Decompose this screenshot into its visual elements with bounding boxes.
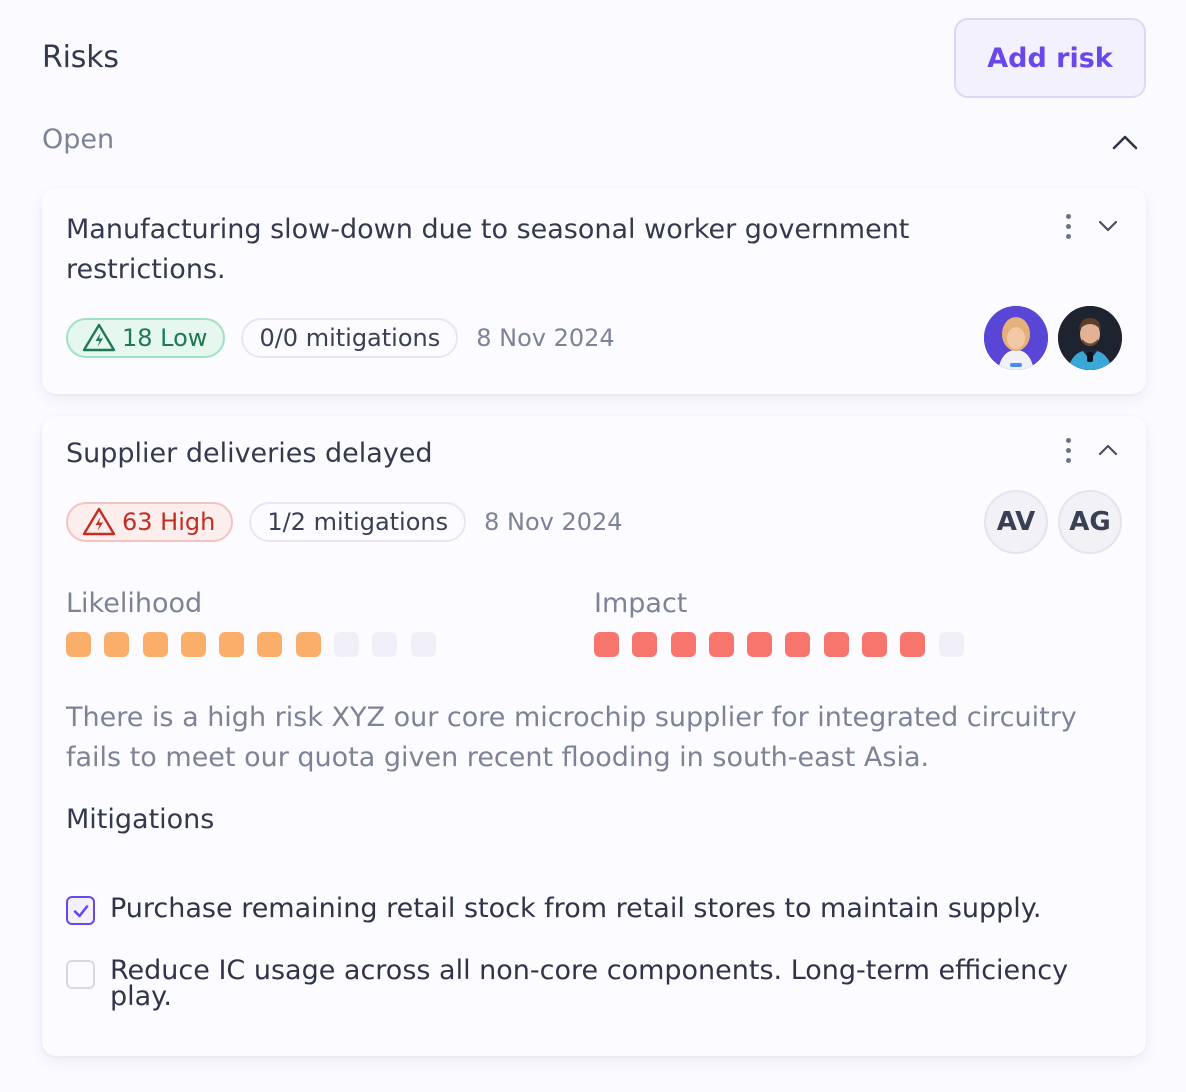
rating-dot-filled	[823, 632, 849, 657]
rating-dot-filled	[747, 632, 773, 657]
risk-title: Supplier deliveries delayed	[66, 438, 433, 469]
risk-score-label: 18 Low	[122, 324, 208, 352]
add-risk-button[interactable]: Add risk	[954, 18, 1146, 98]
risk-score-badge: 18 Low	[66, 318, 226, 358]
avatar-photo-man	[1058, 306, 1122, 370]
more-options-icon[interactable]	[1060, 436, 1076, 466]
rating-dot-filled	[900, 632, 926, 657]
rating-dot-filled	[862, 632, 888, 657]
risk-card[interactable]: Supplier deliveries delayed 63 High 1/2 …	[42, 416, 1146, 1056]
rating-dot-filled	[708, 632, 734, 657]
mitigation-item[interactable]: Purchase remaining retail stock from ret…	[66, 894, 1106, 925]
mitigation-checkbox[interactable]	[66, 960, 95, 989]
chevron-up-icon[interactable]	[1096, 438, 1120, 462]
impact-label: Impact	[594, 588, 688, 619]
assignees	[974, 306, 1122, 370]
avatar[interactable]	[984, 306, 1048, 370]
mitigations-count-badge: 1/2 mitigations	[249, 502, 467, 542]
rating-dot-filled	[594, 632, 619, 657]
likelihood-rating	[66, 632, 449, 657]
rating-dot-filled	[104, 632, 130, 657]
page-header: Risks Add risk	[42, 18, 1146, 98]
risk-score-label: 63 High	[122, 508, 216, 536]
risk-title: Manufacturing slow-down due to seasonal …	[66, 214, 910, 285]
risk-score-badge: 63 High	[66, 502, 234, 542]
risk-meta: 18 Low 0/0 mitigations 8 Nov 2024	[66, 318, 615, 358]
chevron-up-icon[interactable]	[1112, 130, 1138, 156]
mitigation-item[interactable]: Reduce IC usage across all non-core comp…	[66, 955, 1106, 1012]
rating-dot-filled	[180, 632, 206, 657]
rating-dot-empty	[372, 632, 398, 657]
check-icon	[73, 904, 88, 917]
risk-date: 8 Nov 2024	[476, 324, 615, 352]
avatar[interactable]: AG	[1058, 490, 1122, 554]
rating-dot-filled	[295, 632, 321, 657]
rating-dot-empty	[334, 632, 360, 657]
avatar[interactable]: AV	[984, 490, 1048, 554]
open-section-header[interactable]: Open	[42, 118, 1146, 168]
avatar[interactable]	[1058, 306, 1122, 370]
mitigation-checkbox[interactable]	[66, 896, 95, 925]
risk-card[interactable]: Manufacturing slow-down due to seasonal …	[42, 188, 1146, 394]
risk-description: There is a high risk XYZ our core microc…	[66, 702, 1077, 773]
more-options-icon[interactable]	[1060, 212, 1076, 242]
risk-meta: 63 High 1/2 mitigations 8 Nov 2024	[66, 502, 623, 542]
rating-dot-filled	[257, 632, 283, 657]
rating-dot-filled	[785, 632, 811, 657]
risk-date: 8 Nov 2024	[484, 508, 623, 536]
impact-rating	[594, 632, 977, 657]
rating-dot-filled	[66, 632, 91, 657]
rating-dot-filled	[670, 632, 696, 657]
rating-dot-filled	[142, 632, 168, 657]
rating-dot-filled	[219, 632, 245, 657]
likelihood-label: Likelihood	[66, 588, 203, 619]
rating-dot-filled	[632, 632, 658, 657]
mitigation-text: Purchase remaining retail stock from ret…	[110, 893, 1042, 924]
warning-icon	[82, 323, 116, 352]
avatar-photo-woman	[984, 306, 1048, 370]
mitigations-title: Mitigations	[66, 804, 215, 835]
section-title: Open	[42, 124, 115, 155]
mitigation-text: Reduce IC usage across all non-core comp…	[110, 955, 1069, 1012]
warning-icon	[82, 507, 116, 536]
rating-dot-empty	[410, 632, 436, 657]
page-title: Risks	[42, 40, 119, 75]
chevron-down-icon[interactable]	[1096, 214, 1120, 238]
mitigations-count-badge: 0/0 mitigations	[241, 318, 459, 358]
assignees: AV AG	[974, 490, 1122, 554]
rating-dot-empty	[938, 632, 964, 657]
